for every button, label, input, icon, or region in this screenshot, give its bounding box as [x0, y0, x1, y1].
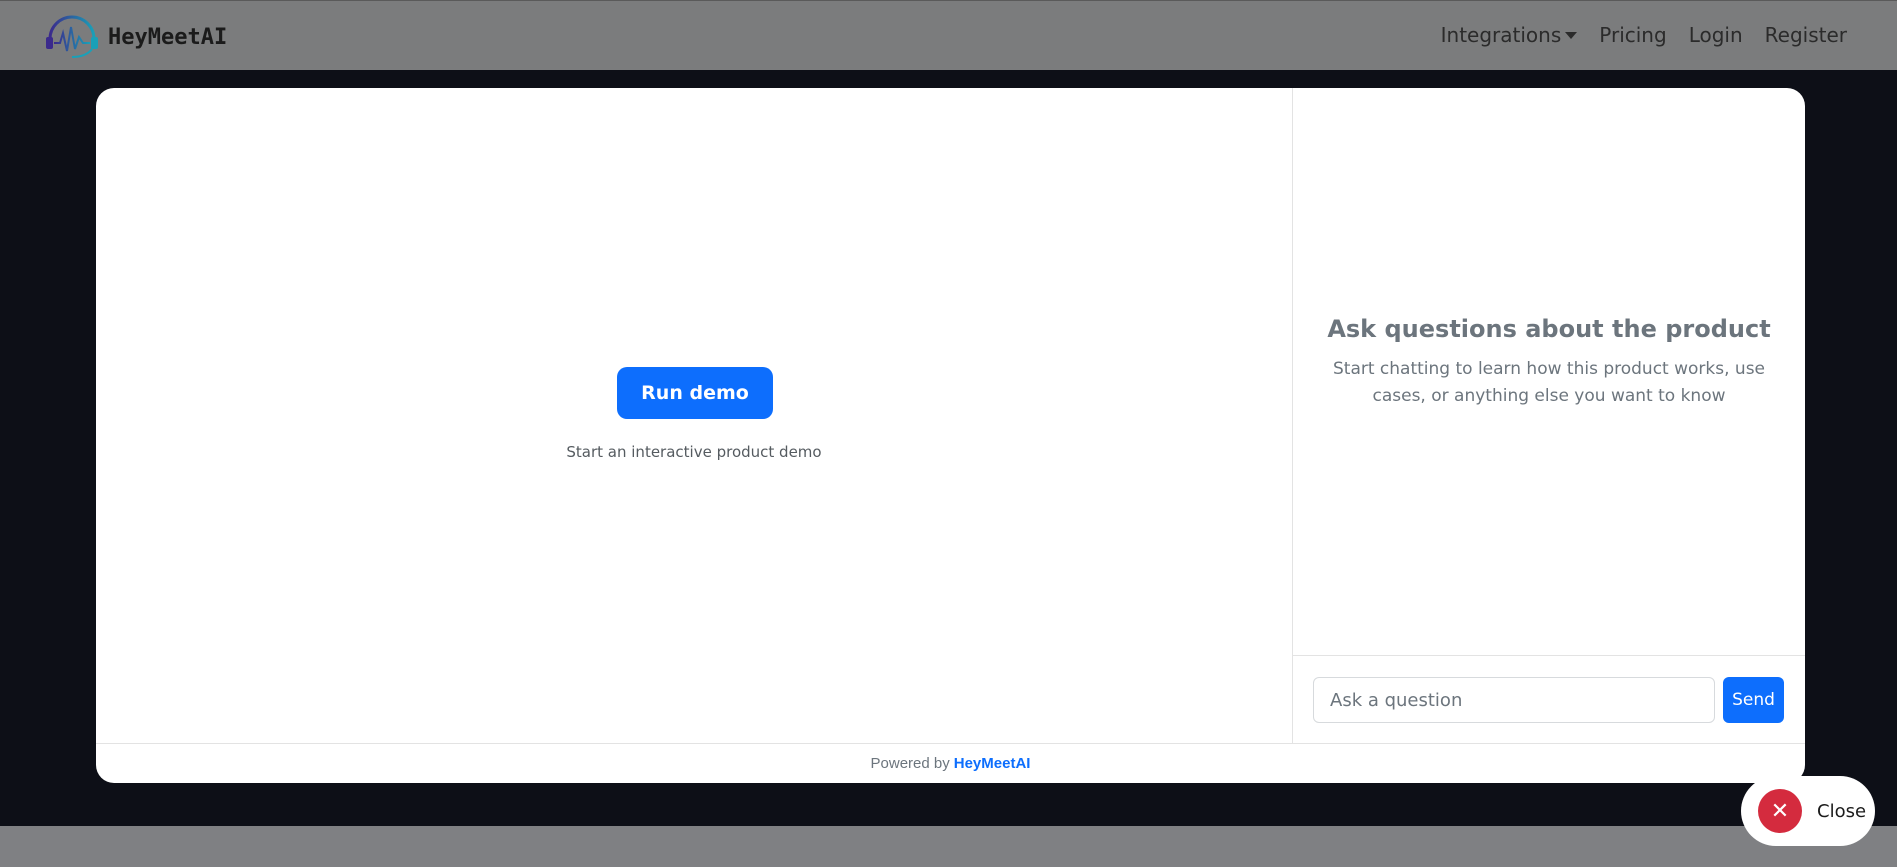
send-button[interactable]: Send	[1723, 677, 1784, 723]
nav-integrations-dropdown[interactable]: Integrations	[1441, 23, 1578, 47]
nav-links: Integrations Pricing Login Register	[1441, 23, 1847, 47]
demo-modal: Run demo Start an interactive product de…	[96, 88, 1805, 783]
caret-down-icon	[1565, 32, 1578, 39]
close-modal-button[interactable]: ✕ Close	[1741, 776, 1875, 846]
page-bottom-strip	[0, 826, 1897, 867]
powered-by-brand-link[interactable]: HeyMeetAI	[954, 755, 1031, 772]
run-demo-caption: Start an interactive product demo	[566, 443, 822, 461]
brand-logo-link[interactable]: HeyMeetAI	[42, 13, 227, 61]
close-label: Close	[1817, 800, 1867, 822]
chat-input-bar: Send	[1293, 655, 1805, 743]
run-demo-button[interactable]: Run demo	[617, 367, 773, 419]
chat-pane: Ask questions about the product Start ch…	[1293, 88, 1805, 743]
powered-by-footer: Powered by HeyMeetAI	[96, 743, 1805, 783]
chat-question-input[interactable]	[1313, 677, 1715, 723]
chat-subtitle: Start chatting to learn how this product…	[1332, 359, 1766, 406]
nav-login-link[interactable]: Login	[1689, 23, 1743, 47]
top-navbar: HeyMeetAI Integrations Pricing Login Reg…	[0, 0, 1897, 70]
brand-logo-icon	[46, 15, 98, 58]
nav-register-link[interactable]: Register	[1765, 23, 1847, 47]
demo-pane: Run demo Start an interactive product de…	[96, 88, 1292, 743]
brand-name: HeyMeetAI	[108, 24, 228, 50]
chat-title: Ask questions about the product	[1327, 315, 1771, 343]
close-icon: ✕	[1758, 789, 1802, 833]
nav-integrations-label: Integrations	[1440, 23, 1562, 47]
powered-by-prefix: Powered by	[870, 755, 950, 772]
nav-pricing-link[interactable]: Pricing	[1599, 23, 1666, 47]
